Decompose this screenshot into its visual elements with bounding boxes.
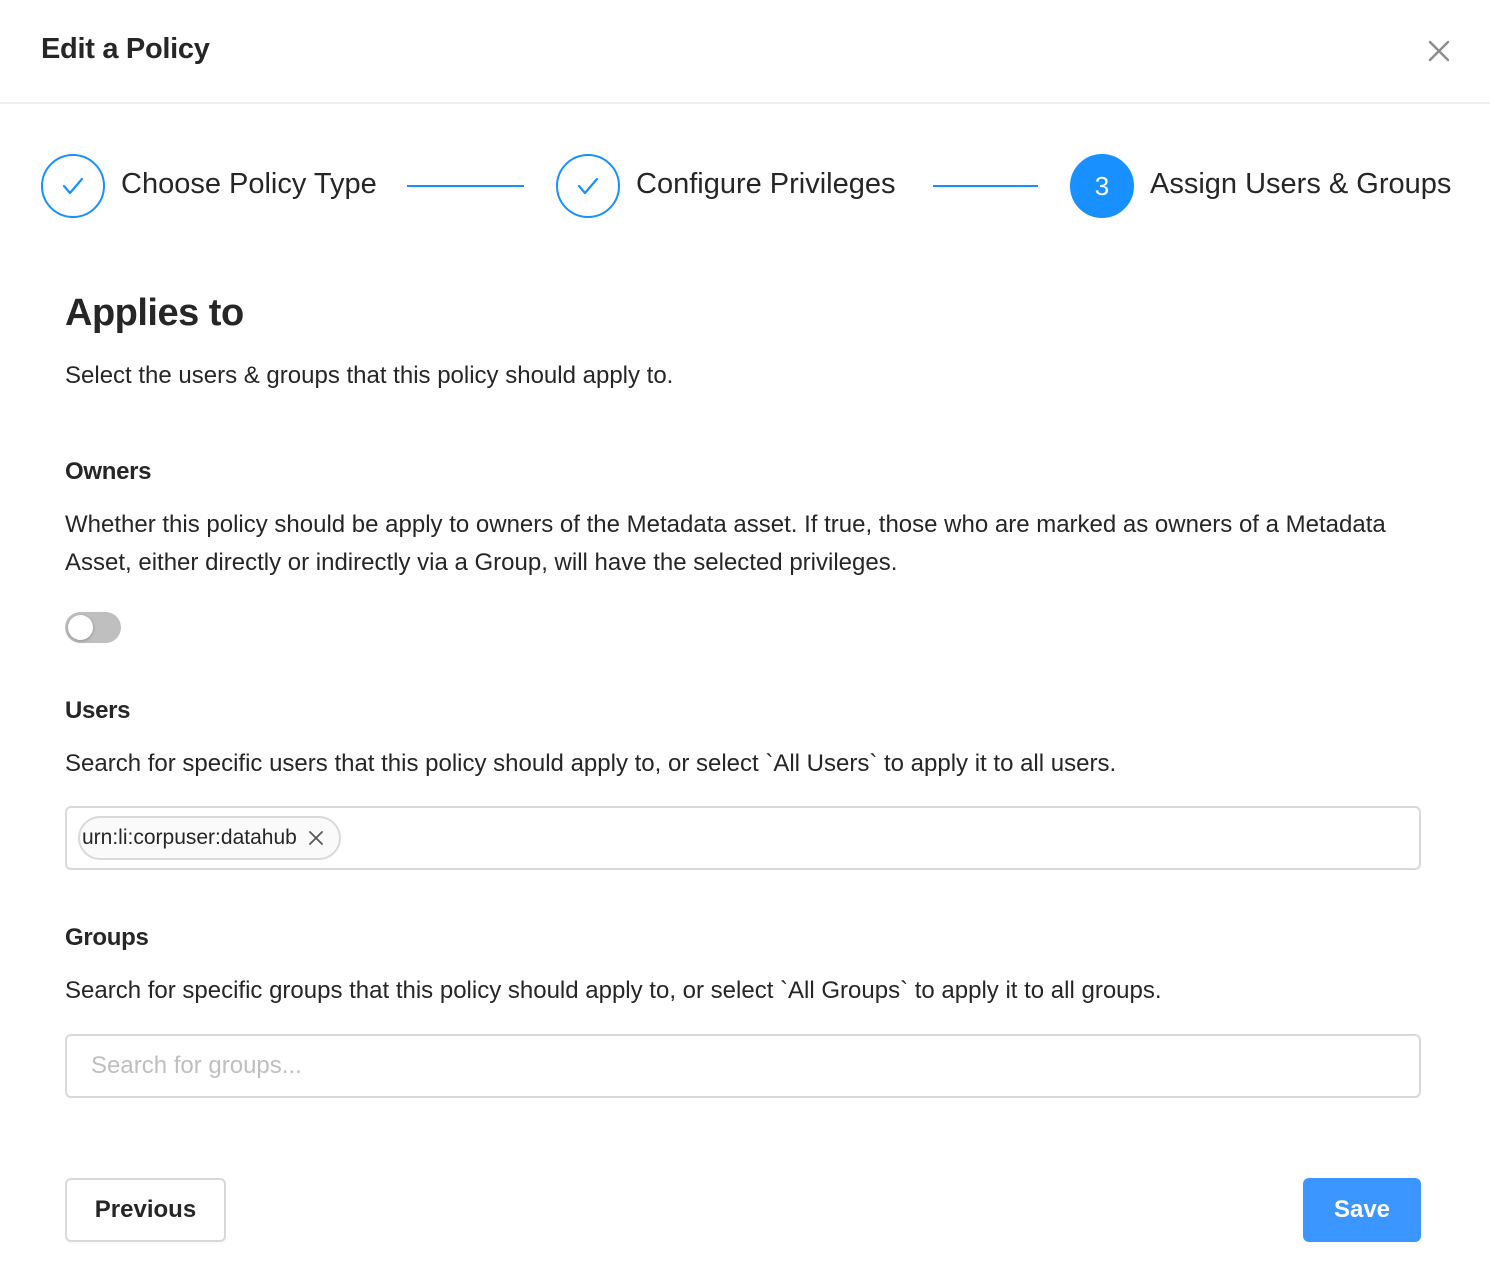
groups-placeholder: Search for groups... (91, 1052, 302, 1079)
step-3-number: 3 (1094, 170, 1110, 201)
user-tag: urn:li:corpuser:datahub (78, 816, 341, 860)
step-1-circle (41, 154, 105, 218)
step-connector-1 (407, 185, 524, 187)
check-icon (62, 177, 84, 195)
step-2-circle (556, 154, 620, 218)
toggle-knob (68, 615, 93, 640)
close-icon (1428, 40, 1450, 62)
steps: Choose Policy Type Configure Privileges … (0, 150, 1490, 222)
owners-description: Whether this policy should be apply to o… (65, 511, 1386, 576)
save-button[interactable]: Save (1303, 1178, 1421, 1242)
user-tag-label: urn:li:corpuser:datahub (82, 826, 297, 849)
groups-label: Groups (65, 924, 149, 951)
tag-remove-button[interactable] (307, 829, 325, 847)
groups-description: Search for specific groups that this pol… (65, 977, 1162, 1004)
section-title: Applies to (65, 292, 244, 334)
users-select[interactable]: urn:li:corpuser:datahub (65, 806, 1421, 870)
previous-button[interactable]: Previous (65, 1178, 226, 1242)
users-description: Search for specific users that this poli… (65, 750, 1117, 777)
step-3-title: Assign Users & Groups (1150, 168, 1452, 200)
step-3-circle: 3 (1070, 154, 1134, 218)
step-connector-2 (933, 185, 1038, 187)
step-1-title: Choose Policy Type (121, 168, 377, 200)
owners-toggle[interactable] (65, 612, 121, 643)
section-description: Select the users & groups that this poli… (65, 362, 674, 389)
modal-title: Edit a Policy (41, 33, 210, 65)
close-icon (308, 831, 323, 845)
users-label: Users (65, 697, 131, 724)
check-icon (577, 177, 599, 195)
close-button[interactable] (1422, 34, 1456, 68)
modal-header: Edit a Policy (0, 0, 1490, 104)
step-2-title: Configure Privileges (636, 168, 896, 200)
owners-label: Owners (65, 458, 152, 485)
groups-search-input[interactable]: Search for groups... (65, 1034, 1421, 1098)
